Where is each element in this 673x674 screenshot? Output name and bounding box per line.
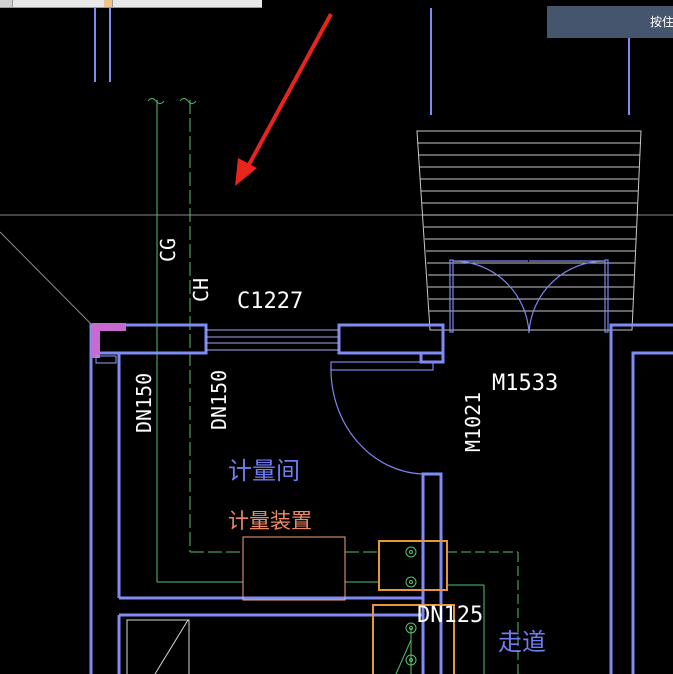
metering-device-box <box>242 536 346 601</box>
red-arrow-icon <box>235 13 333 186</box>
room-label-metering-device: 计量装置 <box>228 509 312 533</box>
pipe-label-dn150-right: DN150 <box>207 370 231 430</box>
cad-canvas[interactable]: CG CH DN150 DN150 M1021 C1227 M1533 DN12… <box>0 0 673 674</box>
pipe-label-ch: CH <box>189 278 213 302</box>
pipe-label-dn125: DN125 <box>417 603 483 628</box>
walls <box>89 323 673 674</box>
inner-door-m1021 <box>330 361 434 475</box>
window-label: C1227 <box>237 289 303 314</box>
pipes <box>147 98 519 674</box>
door-label-m1533: M1533 <box>492 371 558 396</box>
door-label-m1021: M1021 <box>461 392 485 452</box>
pipe-label-cg: CG <box>156 238 180 262</box>
document-tab[interactable] <box>0 0 13 7</box>
status-hint-box: 按住 <box>547 6 673 38</box>
lower-room-outline <box>126 619 190 674</box>
diagonal-guide-line <box>0 231 93 326</box>
room-label-metering-room: 计量间 <box>228 457 300 485</box>
document-tab-icon[interactable] <box>104 0 113 7</box>
document-tab-strip <box>0 0 262 8</box>
window-c1227 <box>206 329 339 351</box>
double-door-m1533 <box>449 259 609 334</box>
valve-icons <box>395 546 417 674</box>
pipe-label-dn150-left: DN150 <box>132 373 156 433</box>
room-label-corridor: 走道 <box>498 628 546 656</box>
